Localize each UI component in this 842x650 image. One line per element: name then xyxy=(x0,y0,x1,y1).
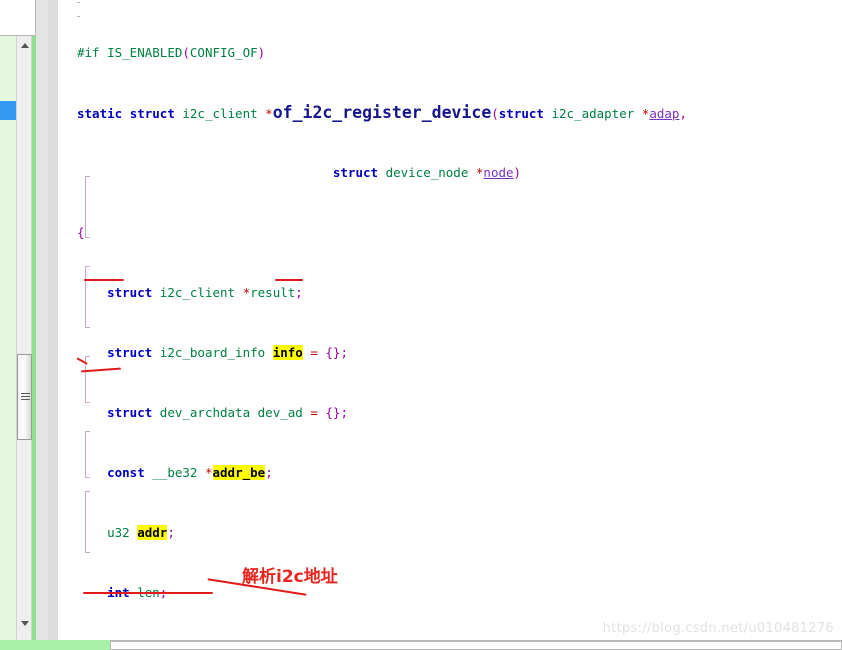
code-line: struct device_node *node) xyxy=(332,165,522,180)
source-code-block[interactable]: #if IS_ENABLED(CONFIG_OF) static struct … xyxy=(77,0,687,640)
red-underline-reg xyxy=(275,279,303,281)
code-line: struct i2c_client *result; xyxy=(107,285,303,300)
code-editor[interactable]: #if IS_ENABLED(CONFIG_OF) static struct … xyxy=(77,0,842,640)
left-top-white-box[interactable] xyxy=(0,0,36,36)
vertical-scrollbar-thumb[interactable] xyxy=(17,354,32,440)
red-underline-info-addr xyxy=(83,592,213,594)
code-line: struct dev_archdata dev_ad = {}; xyxy=(107,405,348,420)
bookmark-marker[interactable] xyxy=(0,101,16,120)
scroll-down-arrow-icon[interactable] xyxy=(17,616,33,630)
vertical-scrollbar[interactable] xyxy=(16,36,32,640)
watermark-text: https://blog.csdn.net/u010481276 xyxy=(602,621,834,636)
scrollbar-grip-icon xyxy=(21,393,30,401)
code-line: const __be32 *addr_be; xyxy=(107,465,273,480)
code-line: u32 addr; xyxy=(107,525,175,540)
code-line: struct i2c_board_info info = {}; xyxy=(107,345,348,360)
chinese-annotation: 解析i2c地址 xyxy=(242,567,338,587)
scroll-up-arrow-icon[interactable] xyxy=(17,38,33,52)
code-line: static struct i2c_client *of_i2c_registe… xyxy=(77,103,687,122)
editor-gutter-outer xyxy=(36,0,48,650)
red-underline-addr-be xyxy=(84,279,124,281)
left-footer-strip xyxy=(0,640,110,650)
editor-fold-gutter[interactable] xyxy=(58,0,77,650)
code-line: { xyxy=(77,225,85,240)
code-line: #if IS_ENABLED(CONFIG_OF) xyxy=(77,45,266,60)
bottom-status-field[interactable] xyxy=(110,641,842,650)
editor-gutter-inner xyxy=(48,0,58,650)
